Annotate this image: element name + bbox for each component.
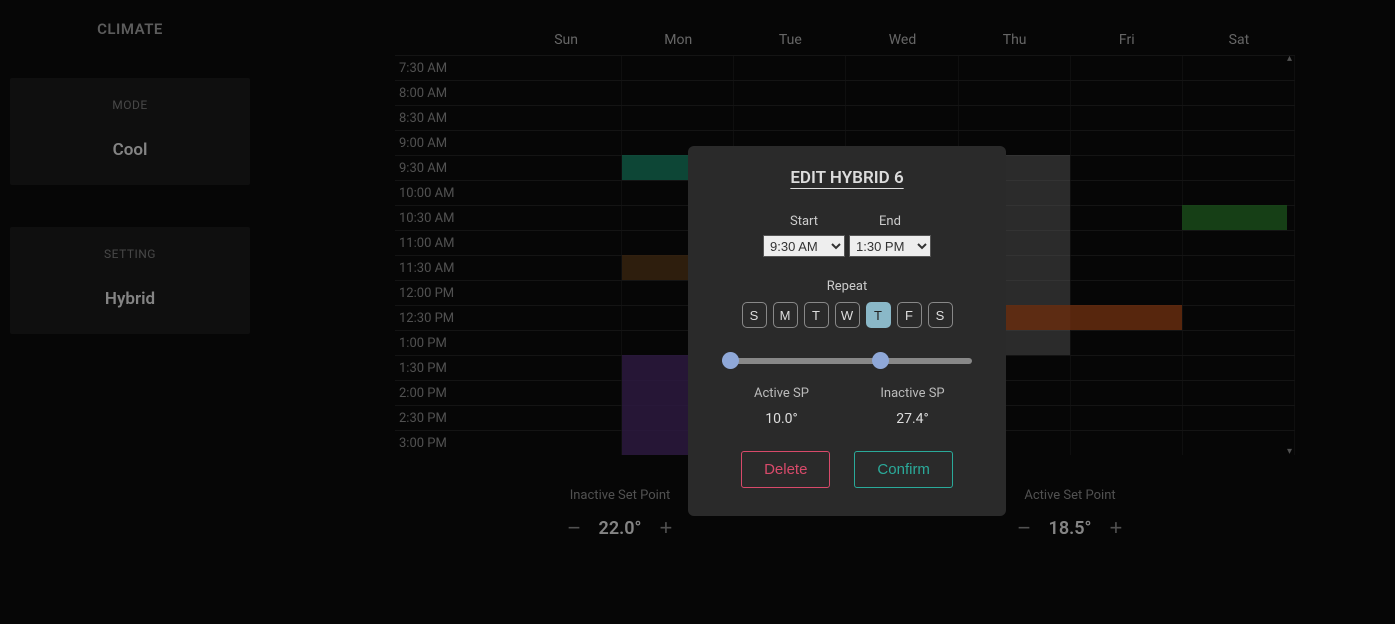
modal-title: EDIT HYBRID 6 [716,168,978,188]
setting-label: SETTING [20,247,240,261]
active-sp-value: 18.5° [1049,518,1092,539]
repeat-label: Repeat [716,279,978,294]
start-time-select[interactable]: 9:30 AM [763,235,845,257]
time-label: 3:00 PM [395,431,510,455]
day-header: Sat [1183,32,1295,48]
time-label: 10:00 AM [395,181,510,205]
day-header-row: Sun Mon Tue Wed Thu Fri Sat [395,25,1295,55]
time-label: 1:00 PM [395,331,510,355]
inactive-sp-increment[interactable]: + [659,517,672,539]
mode-card[interactable]: MODE Cool [10,78,250,185]
mode-value: Cool [20,140,240,160]
time-label: 8:00 AM [395,81,510,105]
time-label: 9:00 AM [395,131,510,155]
day-toggle-tue[interactable]: T [804,302,829,328]
day-toggle-thu[interactable]: T [866,302,891,328]
time-label: 12:00 PM [395,281,510,305]
inactive-sp-label: Inactive SP [847,386,978,401]
active-sp-label: Active SP [716,386,847,401]
scroll-down-icon[interactable]: ▾ [1287,446,1292,457]
active-sp-increment[interactable]: + [1109,517,1122,539]
time-label: 10:30 AM [395,206,510,230]
sidebar-title: CLIMATE [0,20,260,38]
active-sp-readout: 10.0° [716,411,847,427]
time-label: 12:30 PM [395,306,510,330]
day-header: Wed [846,32,958,48]
setpoint-slider[interactable] [722,350,972,370]
time-label: 9:30 AM [395,156,510,180]
time-label: 2:00 PM [395,381,510,405]
day-toggle-row: S M T W T F S [716,302,978,328]
day-toggle-mon[interactable]: M [773,302,798,328]
mode-label: MODE [20,98,240,112]
inactive-sp-readout: 27.4° [847,411,978,427]
slider-thumb-active[interactable] [722,352,739,369]
day-header: Thu [959,32,1071,48]
active-sp-decrement[interactable]: − [1018,517,1031,539]
day-header: Sun [510,32,622,48]
day-toggle-wed[interactable]: W [835,302,860,328]
time-label: 11:30 AM [395,256,510,280]
edit-schedule-modal: EDIT HYBRID 6 Start 9:30 AM End 1:30 PM … [688,146,1006,516]
inactive-sp-value: 22.0° [599,518,642,539]
slider-thumb-inactive[interactable] [872,352,889,369]
time-label: 1:30 PM [395,356,510,380]
time-label: 8:30 AM [395,106,510,130]
delete-button[interactable]: Delete [741,451,830,488]
day-header: Mon [622,32,734,48]
day-toggle-sun[interactable]: S [742,302,767,328]
day-toggle-fri[interactable]: F [897,302,922,328]
inactive-sp-decrement[interactable]: − [568,517,581,539]
day-header: Fri [1071,32,1183,48]
day-toggle-sat[interactable]: S [928,302,953,328]
time-label: 11:00 AM [395,231,510,255]
schedule-event[interactable] [1182,205,1287,230]
end-time-select[interactable]: 1:30 PM [849,235,931,257]
setting-value: Hybrid [20,289,240,309]
start-label: Start [763,214,845,229]
day-header: Tue [734,32,846,48]
setting-card[interactable]: SETTING Hybrid [10,227,250,334]
time-label: 7:30 AM [395,56,510,80]
sidebar: CLIMATE MODE Cool SETTING Hybrid [0,0,260,344]
time-label: 2:30 PM [395,406,510,430]
end-label: End [849,214,931,229]
confirm-button[interactable]: Confirm [854,451,953,488]
scroll-up-icon[interactable]: ▴ [1287,53,1292,64]
